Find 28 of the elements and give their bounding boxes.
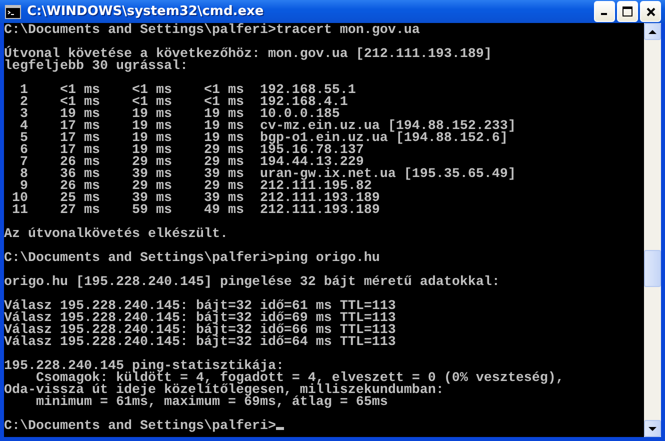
console-line: C:\Documents and Settings\palferi> bbox=[4, 421, 644, 433]
console-line: C:\Documents and Settings\palferi>ping origo.hu bbox=[4, 253, 381, 265]
down-arrow-icon bbox=[648, 426, 657, 432]
scroll-down-button[interactable] bbox=[644, 420, 661, 437]
console-line: Válasz 195.228.240.145: bájt=32 idő=64 ms TTL=113 bbox=[4, 337, 397, 349]
console-line: 10 25 ms 39 ms 39 ms 212.111.193.189 bbox=[10, 193, 381, 205]
console-line: C:\Documents and Settings\palferi>tracert mon.gov.ua bbox=[4, 25, 421, 37]
console-line: 1 <1 ms <1 ms <1 ms 192.168.55.1 bbox=[18, 85, 357, 97]
console-line: 11 27 ms 59 ms 49 ms 212.111.193.189 bbox=[10, 205, 381, 217]
scrollbar-thumb[interactable] bbox=[644, 250, 661, 287]
maximize-button[interactable] bbox=[617, 1, 638, 22]
console-line: 6 17 ms 19 ms 29 ms 195.16.78.137 bbox=[18, 145, 364, 157]
close-button[interactable] bbox=[640, 1, 661, 22]
minimize-button[interactable] bbox=[594, 1, 615, 22]
console-line: 8 36 ms 39 ms 39 ms uran-gw.ix.net.ua [195.35.65.49] bbox=[18, 169, 517, 181]
maximize-icon bbox=[622, 6, 633, 17]
console-line: minimum = 61ms, maximum = 69ms, átlag = 65ms bbox=[34, 397, 389, 409]
close-icon bbox=[646, 6, 656, 16]
console-line: 5 17 ms 19 ms 19 ms bgp-o1.ein.uz.ua [194.88.152.6] bbox=[18, 133, 508, 145]
console-line: legfeljebb 30 ugrással: bbox=[4, 61, 189, 73]
console-line: 2 <1 ms <1 ms <1 ms 192.168.4.1 bbox=[18, 97, 349, 109]
scroll-up-button[interactable] bbox=[644, 23, 661, 40]
console-line: Az útvonalkövetés elkészült. bbox=[4, 229, 229, 241]
console-line: 9 26 ms 29 ms 29 ms 212.111.195.82 bbox=[20, 181, 372, 193]
window-title: C:\WINDOWS\system32\cmd.exe bbox=[27, 4, 265, 19]
console-line: origo.hu [195.228.240.145] pingelése 32 bájt méretű adatokkal: bbox=[4, 277, 501, 289]
up-arrow-icon bbox=[648, 28, 657, 34]
console-icon bbox=[5, 4, 21, 18]
